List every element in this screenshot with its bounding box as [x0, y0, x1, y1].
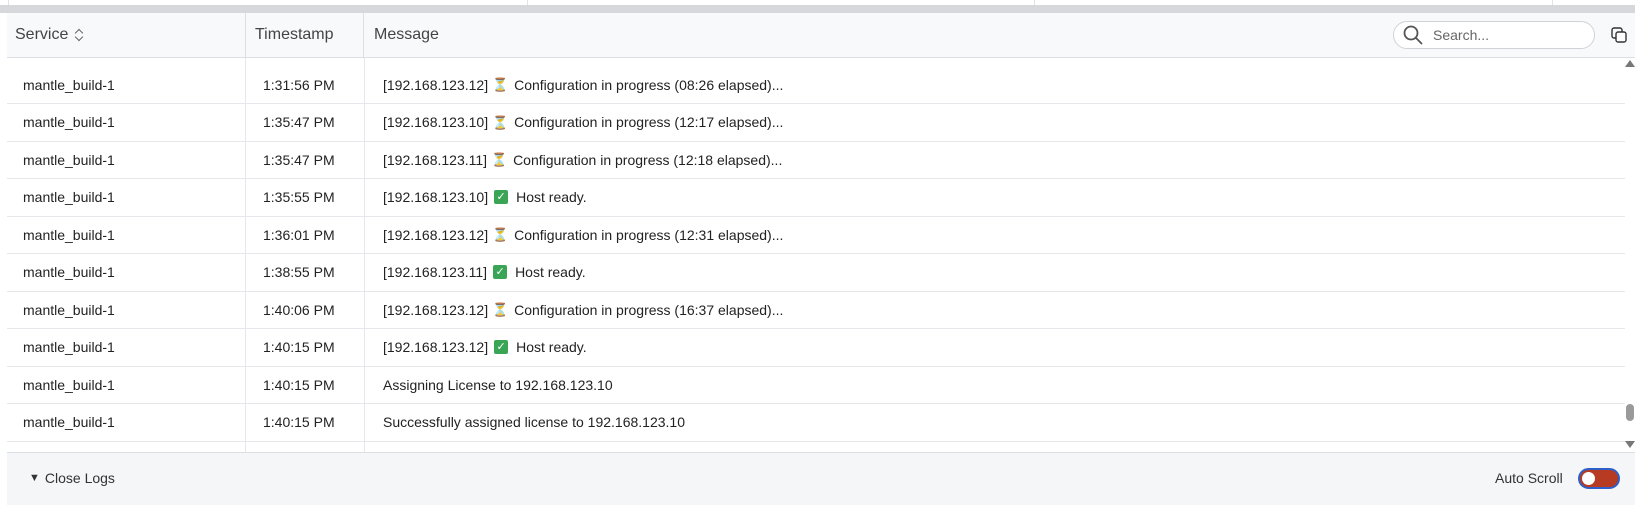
copy-icon[interactable] — [1610, 26, 1628, 44]
cell-message: [192.168.123.12] ⏳ Configuration in progre… — [383, 291, 783, 328]
hourglass-icon: ⏳ — [492, 77, 509, 92]
column-header-service-label: Service — [15, 26, 69, 43]
scroll-up-arrow[interactable] — [1625, 60, 1635, 67]
table-row[interactable]: mantle_build-1 1:31:56 PM [192.168.123.12]… — [7, 66, 1625, 104]
scrollbar[interactable] — [1625, 58, 1635, 452]
cell-service: mantle_build-1 — [23, 376, 115, 393]
table-row[interactable]: mantle_build-1 1:40:15 PM Assigning Licens… — [7, 366, 1625, 404]
table-row[interactable]: mantle_build-1 1:40:15 PM [192.168.123.12]… — [7, 329, 1625, 367]
table-row[interactable]: mantle_build-1 1:35:55 PM [192.168.123.10]… — [7, 179, 1625, 217]
message-host-prefix: [192.168.123.12] — [383, 339, 489, 355]
cell-message: [192.168.123.12] ⏳ Configuration in progre… — [383, 216, 783, 253]
scroll-down-arrow[interactable] — [1625, 441, 1635, 448]
cell-service: mantle_build-1 — [23, 151, 115, 168]
message-text: Assigning License to 192.168.123.10 — [383, 376, 613, 393]
check-icon: ✓ — [494, 340, 509, 354]
message-text: Configuration in progress (08:26 elapsed… — [514, 76, 784, 93]
table-row[interactable]: mantle_build-1 1:35:47 PM [192.168.123.11]… — [7, 141, 1625, 179]
cell-message: [192.168.123.11] ⏳ Configuration in progre… — [383, 141, 782, 178]
cell-service: mantle_build-1 — [23, 414, 115, 430]
search-input[interactable] — [1431, 26, 1575, 44]
scrollbar-thumb[interactable] — [1626, 404, 1634, 421]
auto-scroll-toggle[interactable] — [1578, 468, 1620, 489]
cell-timestamp: 1:40:15 PM — [263, 339, 335, 355]
close-logs-button[interactable]: ▼ Close Logs — [29, 453, 115, 503]
auto-scroll-label: Auto Scroll — [1495, 470, 1563, 486]
message-host-prefix: [192.168.123.10] — [383, 189, 489, 205]
cell-timestamp: 1:31:56 PM — [263, 76, 335, 93]
table-row-partial — [7, 441, 1625, 452]
cell-timestamp: 1:40:15 PM — [263, 376, 335, 393]
sort-icon[interactable] — [75, 27, 85, 43]
hourglass-icon: ⏳ — [492, 302, 509, 317]
cell-timestamp: 1:35:47 PM — [263, 114, 335, 130]
cell-message: Assigning License to 192.168.123.10 — [383, 366, 613, 403]
toggle-knob — [1582, 472, 1595, 485]
close-logs-label: Close Logs — [44, 470, 115, 486]
column-header-timestamp[interactable]: Timestamp — [245, 13, 363, 57]
column-header-message-label: Message — [374, 26, 439, 43]
cell-timestamp: 1:35:55 PM — [263, 189, 335, 205]
column-header-timestamp-label: Timestamp — [255, 26, 334, 43]
column-header-service[interactable]: Service — [15, 13, 245, 57]
hourglass-icon: ⏳ — [490, 152, 508, 167]
cell-timestamp: 1:36:01 PM — [263, 226, 335, 243]
table-row[interactable]: mantle_build-1 1:40:06 PM [192.168.123.12]… — [7, 291, 1625, 329]
cell-message: [192.168.123.10] ✓ Host ready. — [383, 179, 587, 216]
triangle-down-icon: ▼ — [29, 472, 40, 484]
table-row[interactable]: mantle_build-1 1:40:15 PM Successfully ass… — [7, 404, 1625, 442]
message-text: Configuration in progress (12:31 elapsed… — [514, 226, 784, 243]
cell-service: mantle_build-1 — [23, 301, 115, 318]
message-text: Configuration in progress (16:37 elapsed… — [514, 301, 784, 318]
cell-timestamp: 1:40:06 PM — [263, 301, 335, 318]
search-box[interactable] — [1393, 21, 1595, 49]
log-rows: mantle_build-1 1:31:56 PM [192.168.123.12]… — [7, 58, 1625, 452]
cell-message: [192.168.123.11] ✓ Host ready. — [383, 254, 586, 291]
message-text: Host ready. — [516, 339, 587, 355]
table-row[interactable]: mantle_build-1 1:38:55 PM [192.168.123.11]… — [7, 254, 1625, 292]
cell-message: Successfully assigned license to 192.168… — [383, 404, 685, 441]
cell-timestamp: 1:40:15 PM — [263, 414, 335, 430]
cell-service: mantle_build-1 — [23, 264, 115, 280]
check-icon: ✓ — [494, 190, 509, 204]
message-text: Configuration in progress (12:18 elapsed… — [513, 151, 783, 168]
check-icon: ✓ — [493, 265, 508, 279]
cell-service: mantle_build-1 — [23, 226, 115, 243]
logs-footer: ▼ Close Logs Auto Scroll — [7, 452, 1635, 505]
hourglass-icon: ⏳ — [492, 227, 509, 242]
cell-service: mantle_build-1 — [23, 114, 115, 130]
message-text: Successfully assigned license to 192.168… — [383, 414, 685, 430]
previous-panel-strip — [0, 0, 1635, 13]
message-host-prefix: [192.168.123.12] — [383, 301, 489, 318]
cell-service: mantle_build-1 — [23, 76, 115, 93]
search-icon — [1403, 25, 1423, 45]
cell-message: [192.168.123.12] ✓ Host ready. — [383, 329, 587, 366]
table-row[interactable]: mantle_build-1 1:35:47 PM [192.168.123.10]… — [7, 104, 1625, 142]
message-text: Configuration in progress (12:17 elapsed… — [514, 114, 784, 130]
hourglass-icon: ⏳ — [492, 114, 509, 130]
cell-timestamp: 1:38:55 PM — [263, 264, 335, 280]
message-text: Host ready. — [516, 189, 587, 205]
log-table-header: Service Timestamp Message — [7, 13, 1635, 58]
cell-timestamp: 1:35:47 PM — [263, 151, 335, 168]
cell-message: [192.168.123.10] ⏳ Configuration in progre… — [383, 104, 783, 141]
message-host-prefix: [192.168.123.11] — [383, 264, 488, 280]
column-header-message[interactable]: Message — [364, 13, 439, 57]
message-host-prefix: [192.168.123.11] — [383, 151, 488, 168]
message-text: Host ready. — [515, 264, 586, 280]
cell-message: [192.168.123.12] ⏳ Configuration in progre… — [383, 66, 783, 103]
message-host-prefix: [192.168.123.12] — [383, 76, 489, 93]
message-host-prefix: [192.168.123.10] — [383, 114, 489, 130]
table-row[interactable]: mantle_build-1 1:36:01 PM [192.168.123.12]… — [7, 216, 1625, 254]
cell-service: mantle_build-1 — [23, 339, 115, 355]
message-host-prefix: [192.168.123.12] — [383, 226, 489, 243]
cell-service: mantle_build-1 — [23, 189, 115, 205]
